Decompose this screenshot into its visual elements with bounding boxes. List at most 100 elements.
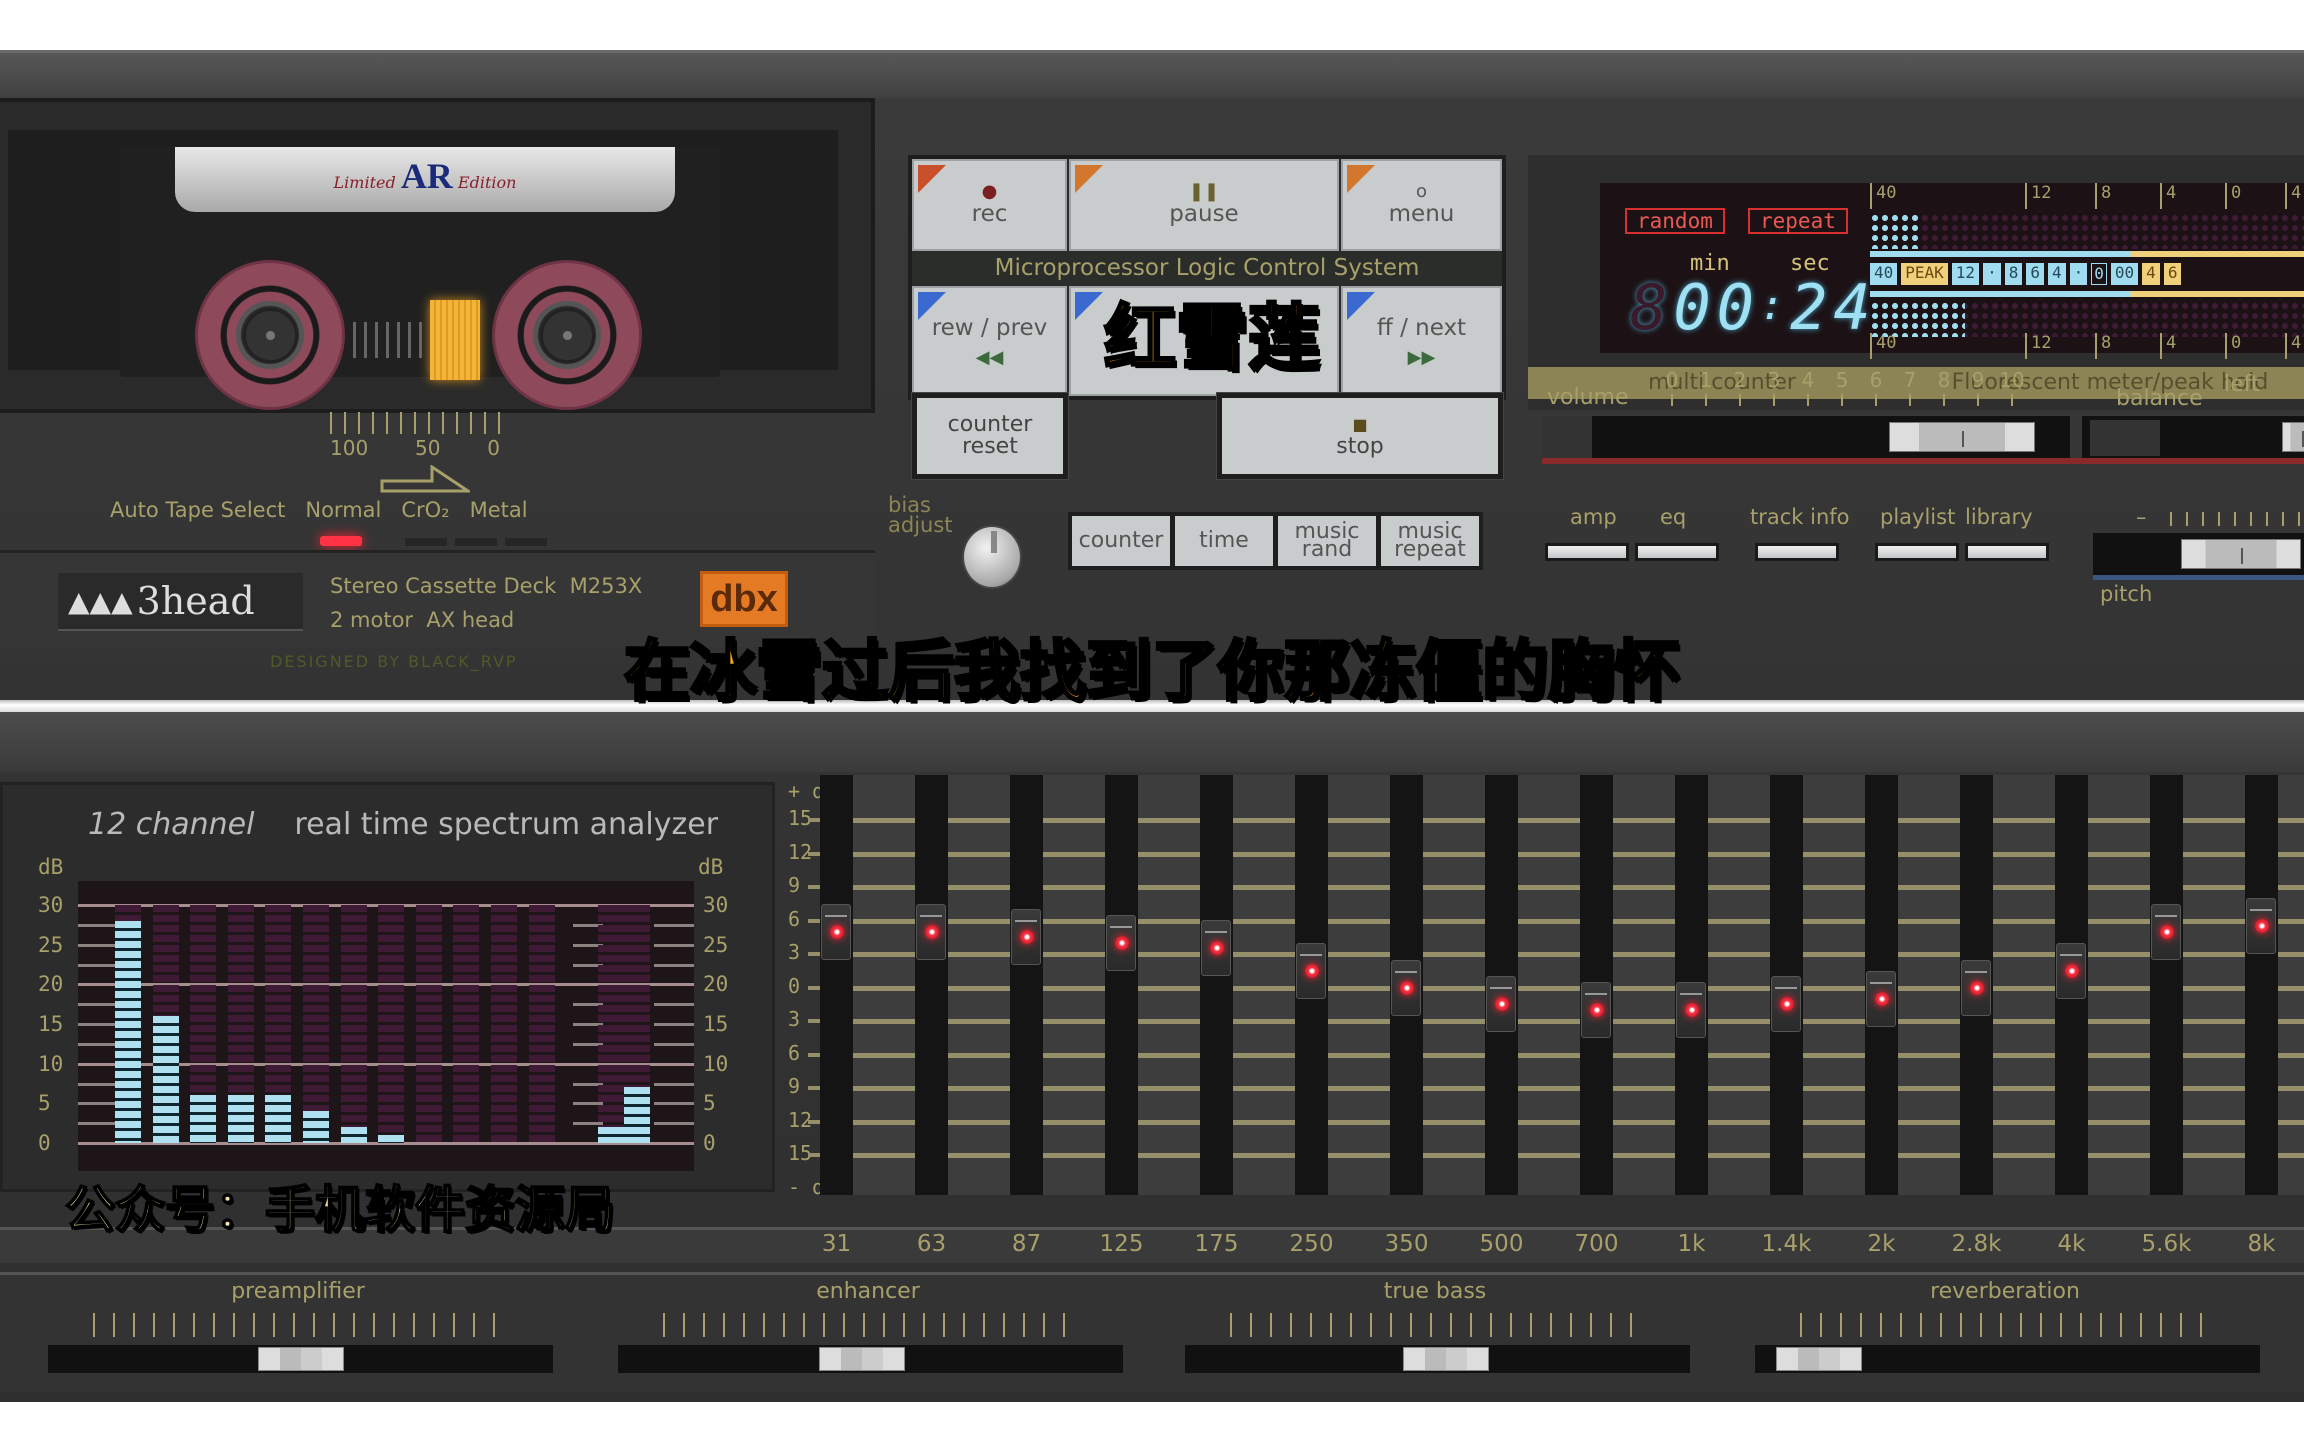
meter-scale-label: 12 [2025, 333, 2051, 359]
eq-slider-thumb-63[interactable] [916, 903, 946, 960]
pitch-slider[interactable] [2093, 533, 2304, 575]
tape-type-led-off [455, 538, 497, 546]
reverberation-ticks [1800, 1313, 2220, 1337]
meter-scale-label: 4 [2285, 333, 2301, 359]
ghost-digit: 8 [1630, 271, 1674, 344]
mode-button-music-repeat[interactable]: music repeat [1381, 516, 1479, 566]
eq-gridline [2183, 1119, 2245, 1125]
eq-gridline [1138, 952, 1200, 957]
volume-red-line [1542, 458, 2304, 464]
balance-slider-thumb[interactable] [2282, 422, 2304, 452]
ff-next-button[interactable]: ff / next ▶▶ [1341, 286, 1502, 396]
mode-button-counter[interactable]: counter [1072, 516, 1170, 566]
eq-gridline [1233, 918, 1295, 924]
eq-slider-thumb-31[interactable] [821, 903, 851, 960]
eq-slider-track-8k[interactable] [2245, 775, 2278, 1195]
pitch-slider-thumb[interactable] [2181, 539, 2301, 569]
rec-button[interactable]: ● rec [912, 159, 1067, 251]
corner-marker [1347, 165, 1375, 193]
true-bass-slider-thumb[interactable] [1403, 1347, 1489, 1371]
eq-gridline [1993, 952, 2055, 957]
eq-slider-thumb-1k[interactable] [1676, 981, 1706, 1038]
eq-gridline [1613, 818, 1675, 823]
eq-slider-thumb-350[interactable] [1391, 959, 1421, 1016]
mode-button-time[interactable]: time [1175, 516, 1273, 566]
eq-gridline [1993, 1119, 2055, 1125]
eq-gridline [1423, 985, 1485, 991]
reverberation-slider[interactable] [1755, 1345, 2260, 1373]
eq-slider-thumb-87[interactable] [1011, 909, 1041, 966]
peak-scale-cell: 4 [2047, 263, 2066, 285]
eq-slider-track-87[interactable] [1010, 775, 1043, 1195]
eq-gridline [2183, 918, 2245, 924]
eq-slider-track-125[interactable] [1105, 775, 1138, 1195]
eq-gridline [1423, 918, 1485, 924]
enhancer-slider-thumb[interactable] [819, 1347, 905, 1371]
volume-tick-number: 8 [1937, 368, 1951, 392]
eq-column [1993, 775, 2055, 1195]
enhancer-slider[interactable] [618, 1345, 1123, 1373]
eq-slider-thumb-8k[interactable] [2246, 898, 2276, 955]
preamplifier-slider[interactable] [48, 1345, 553, 1373]
eq-slider-thumb-500[interactable] [1486, 976, 1516, 1033]
eq-slider-thumb-5.6k[interactable] [2151, 903, 2181, 960]
eq-slider-thumb-175[interactable] [1201, 920, 1231, 977]
menu-button[interactable]: o menu [1341, 159, 1502, 251]
time-counter: 800:24 [1630, 271, 1877, 344]
eq-button[interactable] [1635, 543, 1719, 561]
tape-direction-icon [380, 465, 470, 493]
playlist-button[interactable] [1875, 543, 1959, 561]
eq-gridline [1518, 885, 1580, 890]
volume-tick-number: 10 [1999, 368, 2025, 392]
eq-slider-track-5.6k[interactable] [2150, 775, 2183, 1195]
eq-led-icon [1400, 980, 1414, 995]
stop-button[interactable]: ■ stop [1216, 392, 1504, 480]
eq-column [1898, 775, 1960, 1195]
meter-scale-label: 8 [2095, 183, 2111, 209]
mode-button-music-rand[interactable]: music rand [1278, 516, 1376, 566]
balance-slider[interactable] [2082, 416, 2304, 458]
eq-gridline [2278, 918, 2304, 924]
amp-button[interactable] [1545, 543, 1629, 561]
right-channel-level [1870, 301, 1965, 337]
volume-slider-thumb[interactable] [1889, 422, 2036, 452]
rewind-prev-button[interactable]: rew / prev ◀◀ [912, 286, 1067, 396]
counter-reset-button[interactable]: counter reset [911, 392, 1069, 480]
volume-slider[interactable] [1542, 416, 2070, 458]
eq-slider-thumb-2k[interactable] [1866, 970, 1896, 1027]
true-bass-slider[interactable] [1185, 1345, 1690, 1373]
eq-slider-thumb-2.8k[interactable] [1961, 959, 1991, 1016]
eq-gridline [2278, 818, 2304, 823]
library-button[interactable] [1965, 543, 2049, 561]
eq-slider-track-63[interactable] [915, 775, 948, 1195]
preamplifier-slider-thumb[interactable] [258, 1347, 344, 1371]
eq-slider-track-31[interactable] [820, 775, 853, 1195]
analyzer-y-tick-label: 5 [38, 1091, 51, 1116]
eq-slider-thumb-4k[interactable] [2056, 942, 2086, 999]
preamplifier-ticks [93, 1313, 513, 1337]
eq-slider-track-175[interactable] [1200, 775, 1233, 1195]
eq-slider-thumb-1.4k[interactable] [1771, 976, 1801, 1033]
tape-type-normal: Normal [305, 498, 382, 522]
track-info-button[interactable] [1755, 543, 1839, 561]
eq-gridline [1993, 918, 2055, 924]
reverberation-slider-thumb[interactable] [1776, 1347, 1862, 1371]
eq-gridline [853, 1086, 915, 1091]
eq-frequency-label: 1k [1677, 1231, 1706, 1257]
mode-button-label: time [1199, 528, 1249, 553]
eq-gridline [1898, 1086, 1960, 1091]
eq-frequency-label: 125 [1099, 1231, 1144, 1257]
analyzer-y-tick-label: 25 [38, 932, 64, 957]
pause-button[interactable]: ❚❚ pause [1069, 159, 1339, 251]
enhancer-ticks [663, 1313, 1083, 1337]
eq-scale-label: 6 [788, 906, 801, 931]
eq-slider-thumb-125[interactable] [1106, 914, 1136, 971]
eq-gridline [1518, 918, 1580, 924]
cassette-bay: Limited AR Edition [0, 98, 875, 413]
analyzer-channel-count: 12 channel [88, 807, 255, 842]
eq-gridline [1138, 851, 1200, 857]
eq-slider-thumb-700[interactable] [1581, 981, 1611, 1038]
bias-adjust-knob[interactable] [962, 525, 1022, 589]
eq-slider-thumb-250[interactable] [1296, 942, 1326, 999]
eq-gridline [1518, 1086, 1580, 1091]
